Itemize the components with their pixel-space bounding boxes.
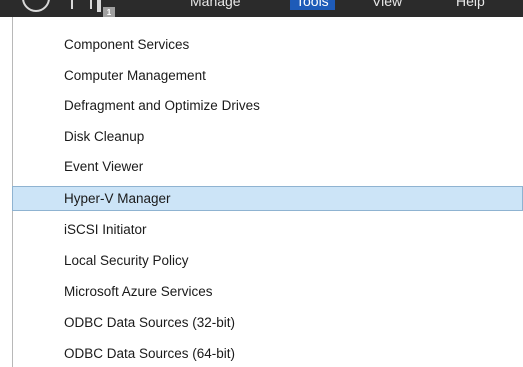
menu-item-computer-management[interactable]: Computer Management: [12, 63, 523, 88]
menu-item-azure-services[interactable]: Microsoft Azure Services: [12, 279, 523, 304]
separator-icon: [90, 0, 92, 9]
menu-item-disk-cleanup[interactable]: Disk Cleanup: [12, 124, 523, 149]
menu-item-local-security-policy[interactable]: Local Security Policy: [12, 248, 523, 273]
menu-item-event-viewer[interactable]: Event Viewer: [12, 154, 523, 179]
tools-dropdown-menu: Component Services Computer Management D…: [0, 17, 523, 367]
notification-count-badge: 1: [103, 7, 115, 17]
separator-icon: [71, 0, 73, 9]
menu-item-defragment-drives[interactable]: Defragment and Optimize Drives: [12, 93, 523, 118]
menu-view[interactable]: View: [372, 0, 402, 10]
menu-item-iscsi-initiator[interactable]: iSCSI Initiator: [12, 217, 523, 242]
menu-manage[interactable]: Manage: [190, 0, 241, 10]
menu-item-odbc-64[interactable]: ODBC Data Sources (64-bit): [12, 341, 523, 366]
menu-item-odbc-32[interactable]: ODBC Data Sources (32-bit): [12, 310, 523, 335]
menu-item-hyper-v-manager[interactable]: Hyper-V Manager: [12, 186, 523, 211]
notifications-flag-icon[interactable]: [97, 0, 101, 12]
menu-bar: 1 Manage Tools View Help: [0, 0, 523, 17]
menu-item-component-services[interactable]: Component Services: [12, 32, 523, 57]
menu-help[interactable]: Help: [456, 0, 485, 10]
back-arrow-icon[interactable]: [22, 0, 50, 12]
menu-tools[interactable]: Tools: [290, 0, 335, 10]
